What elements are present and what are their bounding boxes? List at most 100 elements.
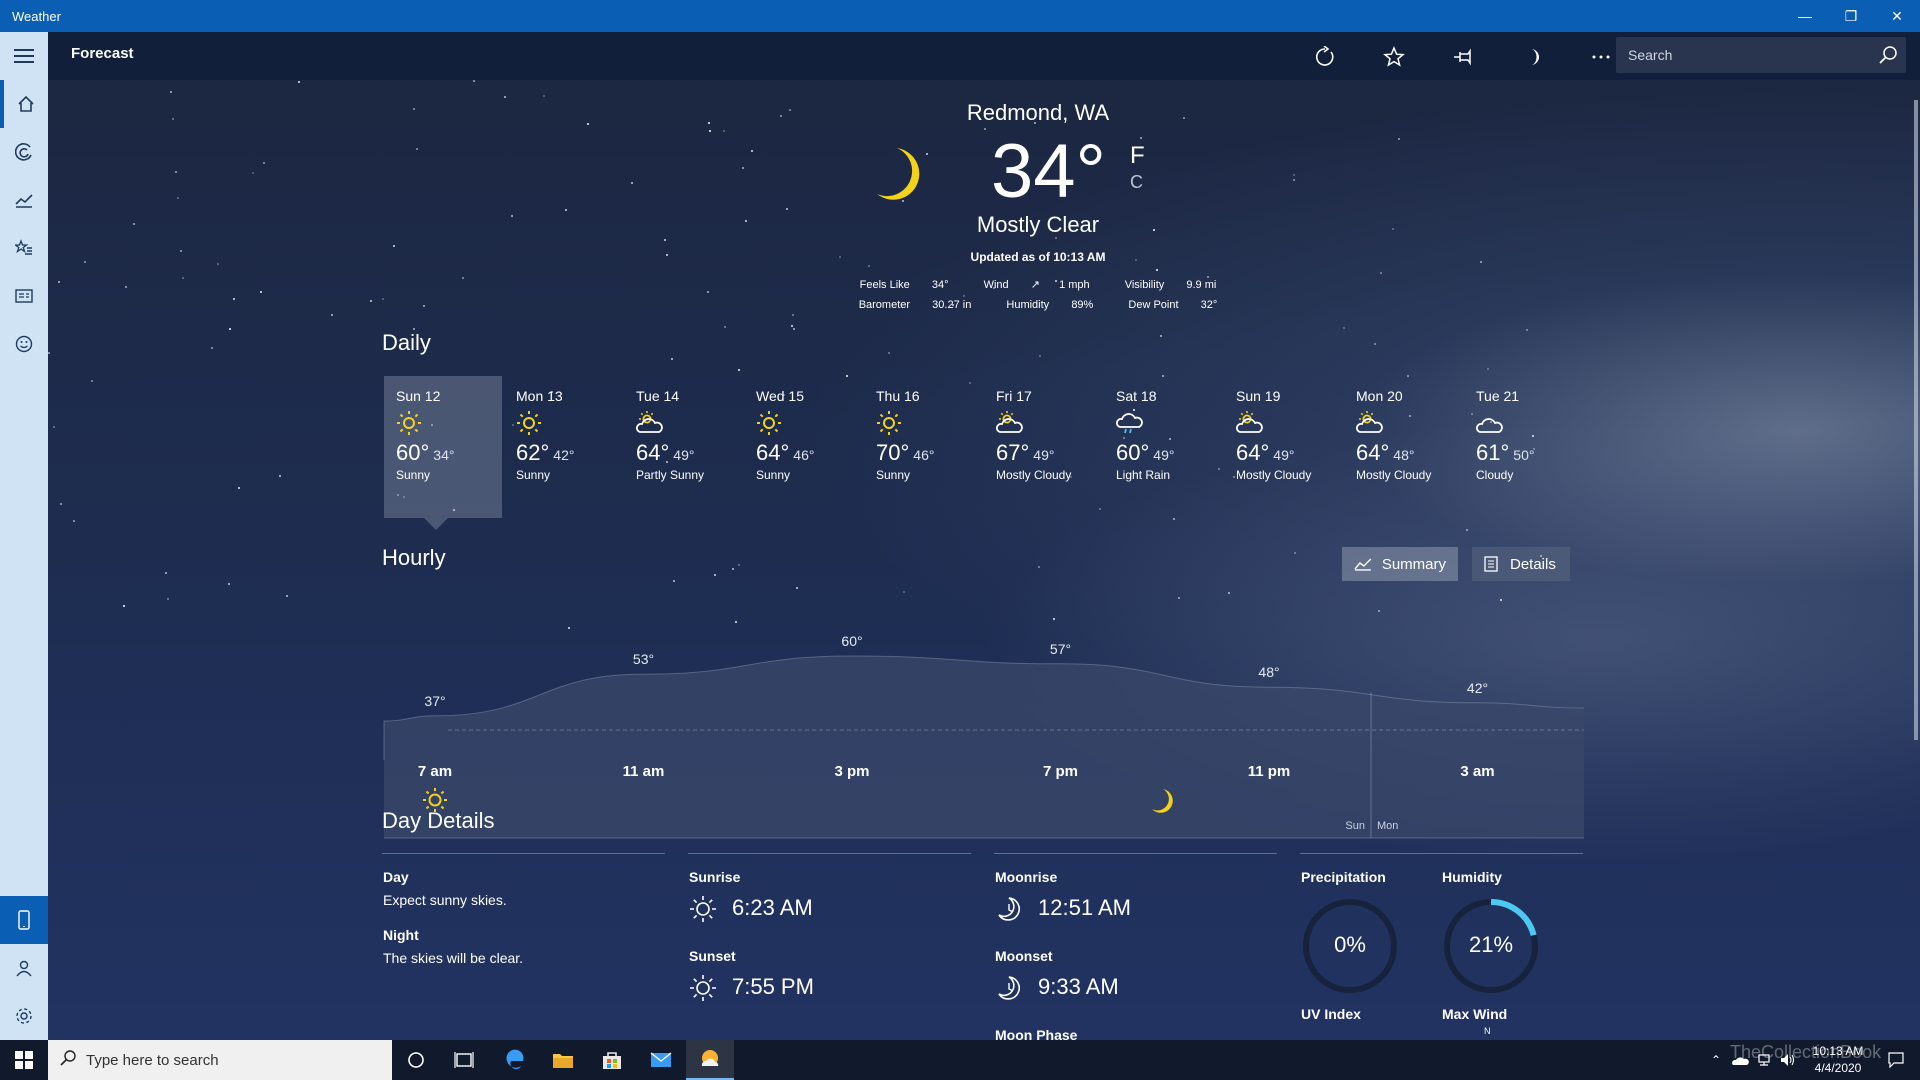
unit-celsius[interactable]: C (1130, 172, 1143, 193)
updated-time: Updated as of 10:13 AM (970, 250, 1106, 264)
daily-day-card[interactable]: Tue 21 61° 50° Cloudy (1464, 376, 1582, 518)
mail-icon[interactable] (637, 1040, 685, 1080)
day-description: Expect sunny skies. (383, 892, 507, 908)
daily-day-card[interactable]: Mon 13 62° 42° Sunny (504, 376, 622, 518)
daily-day-card[interactable]: Sat 18 60° 49° Light Rain (1104, 376, 1222, 518)
day-name: Sun 12 (396, 388, 441, 404)
moonrise-time: 12:51 AM (1038, 895, 1131, 920)
high-temp: 61° (1476, 440, 1510, 465)
chart-line-icon (1354, 558, 1372, 571)
more-options-icon[interactable] (1585, 41, 1617, 73)
pin-icon[interactable] (1447, 41, 1479, 73)
hourly-time-label: 3 am (1460, 763, 1495, 780)
star (1039, 355, 1041, 357)
weather-app-icon[interactable] (686, 1040, 734, 1080)
star (1160, 335, 1162, 337)
day-condition: Mostly Cloudy (996, 468, 1072, 482)
star (631, 182, 633, 184)
star (1153, 229, 1155, 231)
hamburger-menu-icon[interactable] (0, 32, 48, 80)
windows-start-icon[interactable] (0, 1040, 48, 1080)
humidity-value: 89% (1071, 299, 1094, 311)
star (1156, 269, 1158, 271)
star (543, 95, 545, 97)
daily-day-card[interactable]: Thu 16 70° 46° Sunny (864, 376, 982, 518)
maps-radar-icon[interactable] (0, 128, 48, 176)
max-wind-label: Max Wind (1442, 1006, 1508, 1022)
close-button[interactable]: ✕ (1874, 0, 1920, 32)
star (1487, 368, 1489, 370)
search-input[interactable] (1616, 37, 1856, 73)
mostly-cloudy-icon (1236, 411, 1263, 433)
star (462, 277, 464, 279)
star (125, 286, 127, 288)
low-temp: 49° (673, 447, 695, 463)
window-titlebar: Weather — ❐ ✕ (0, 0, 1920, 32)
restore-button[interactable]: ❐ (1828, 0, 1874, 32)
sunrise-time: 6:23 AM (732, 895, 813, 920)
star (238, 487, 240, 489)
star (839, 256, 841, 258)
star (738, 369, 740, 371)
current-temperature: 34° (991, 129, 1106, 214)
refresh-icon[interactable] (1309, 41, 1341, 73)
day-condition: Partly Sunny (636, 468, 705, 482)
summary-label: Summary (1381, 555, 1446, 573)
daily-day-card[interactable]: Mon 20 64° 48° Mostly Cloudy (1344, 376, 1462, 518)
daily-day-card[interactable]: Wed 15 64° 46° Sunny (744, 376, 862, 518)
feedback-smiley-icon[interactable] (0, 320, 48, 368)
moonrise-icon (998, 897, 1020, 921)
scrollbar[interactable] (1914, 100, 1918, 740)
historical-weather-icon[interactable] (0, 176, 48, 224)
notifications-icon[interactable] (1878, 1040, 1914, 1080)
daily-day-card[interactable]: Sun 12 60° 34° Sunny (384, 376, 502, 518)
task-view-icon[interactable] (440, 1040, 488, 1080)
cortana-icon[interactable] (392, 1040, 440, 1080)
hourly-time-label: 11 am (622, 763, 665, 780)
account-icon[interactable] (0, 944, 48, 992)
details-button[interactable]: Details (1472, 547, 1570, 581)
day-condition: Mostly Cloudy (1236, 468, 1312, 482)
star (423, 305, 425, 307)
news-icon[interactable] (0, 272, 48, 320)
low-temp: 48° (1393, 447, 1415, 463)
file-explorer-icon[interactable] (539, 1040, 587, 1080)
home-icon[interactable] (0, 80, 48, 128)
day-icon-wrap (516, 410, 622, 440)
humidity-detail-value: 21% (1468, 932, 1514, 957)
store-icon[interactable] (588, 1040, 636, 1080)
daily-day-card[interactable]: Tue 14 64° 49° Partly Sunny (624, 376, 742, 518)
dark-mode-moon-icon[interactable] (1516, 41, 1548, 73)
search-icon[interactable] (1878, 45, 1898, 70)
taskbar-search-input[interactable] (86, 1051, 366, 1069)
feels-like-value: 34° (931, 279, 949, 291)
sunrise-label: Sunrise (689, 869, 741, 885)
day-name: Mon 13 (516, 388, 563, 404)
mostly-cloudy-icon (996, 411, 1023, 433)
day-divider-label: Sun (1345, 820, 1365, 832)
high-temp: 64° (756, 440, 790, 465)
sunset-time: 7:55 PM (732, 974, 814, 999)
minimize-button[interactable]: — (1782, 0, 1828, 32)
show-hidden-icons-chevron-icon[interactable]: ⌃ (1704, 1040, 1728, 1080)
low-temp: 34° (433, 447, 455, 463)
summary-button[interactable]: Summary (1342, 547, 1458, 581)
mobile-device-icon[interactable] (0, 896, 48, 944)
daily-day-card[interactable]: Fri 17 67° 49° Mostly Cloudy (984, 376, 1102, 518)
star (170, 91, 172, 93)
star (708, 122, 710, 124)
star (1466, 529, 1468, 531)
daily-day-card[interactable]: Sun 19 64° 49° Mostly Cloudy (1224, 376, 1342, 518)
favorite-star-icon[interactable] (1378, 41, 1410, 73)
settings-gear-icon[interactable] (0, 992, 48, 1040)
visibility-value: 9.9 mi (1186, 279, 1217, 291)
star (1140, 137, 1142, 139)
star (91, 380, 93, 382)
mostly-cloudy-icon (1356, 411, 1383, 433)
day-icon-wrap (396, 410, 502, 440)
edge-browser-icon[interactable] (491, 1040, 539, 1080)
unit-fahrenheit[interactable]: F (1130, 142, 1145, 170)
star (233, 298, 235, 300)
favorites-list-icon[interactable] (0, 224, 48, 272)
star (1173, 518, 1175, 520)
